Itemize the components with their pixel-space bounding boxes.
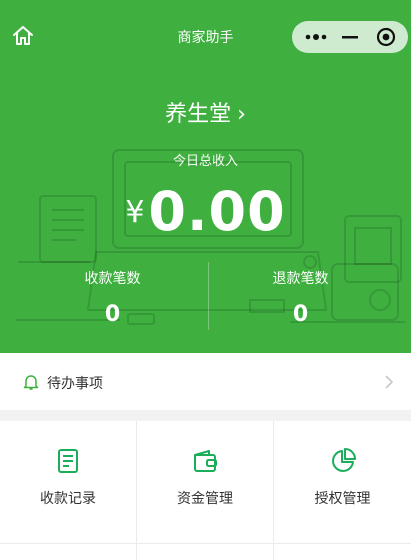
today-revenue-amount: ¥0.00 xyxy=(0,180,411,243)
revenue-header: 商家助手 养生堂 › 今日总收入 ¥0.00 收款笔数 0 退款笔数 0 xyxy=(0,0,411,353)
wallet-icon xyxy=(194,450,217,472)
menu-item-label: 授权管理 xyxy=(314,491,371,507)
payment-count-stat[interactable]: 收款笔数 0 xyxy=(10,268,215,327)
today-revenue-label: 今日总收入 xyxy=(172,154,238,169)
close-target-icon[interactable] xyxy=(376,27,396,47)
refund-count-label: 退款笔数 xyxy=(272,271,329,287)
chevron-right-icon xyxy=(385,375,394,389)
refund-count-stat[interactable]: 退款笔数 0 xyxy=(198,268,403,327)
todo-label: 待办事项 xyxy=(47,376,103,392)
menu-item-authorization-management[interactable]: 授权管理 xyxy=(274,421,411,544)
payment-count-value: 0 xyxy=(104,302,121,327)
page: 商家助手 养生堂 › 今日总收入 ¥0.00 收款笔数 0 退款笔数 0 待办事… xyxy=(0,0,411,560)
currency-symbol: ¥ xyxy=(125,195,145,230)
receipt-icon xyxy=(58,449,78,473)
bell-icon xyxy=(23,375,39,390)
grid-cell-next-row xyxy=(137,544,274,560)
revenue-value: 0.00 xyxy=(148,180,286,243)
pie-chart-icon xyxy=(331,448,356,472)
store-selector[interactable]: 养生堂 › xyxy=(0,96,411,128)
function-grid: 收款记录 资金管理 授权管理 xyxy=(0,421,411,560)
payment-count-label: 收款笔数 xyxy=(84,271,141,287)
mini-program-capsule xyxy=(292,21,408,53)
chevron-right-icon: › xyxy=(237,102,246,127)
store-name: 养生堂 xyxy=(165,102,232,127)
minimize-icon[interactable] xyxy=(340,30,360,44)
menu-item-payment-records[interactable]: 收款记录 xyxy=(0,421,137,544)
grid-cell-next-row xyxy=(0,544,137,560)
menu-item-label: 资金管理 xyxy=(177,491,233,507)
refund-count-value: 0 xyxy=(292,302,309,327)
more-icon[interactable] xyxy=(304,30,328,44)
menu-item-fund-management[interactable]: 资金管理 xyxy=(137,421,274,544)
menu-item-label: 收款记录 xyxy=(40,491,96,507)
top-bar: 商家助手 xyxy=(0,0,411,72)
todo-row[interactable]: 待办事项 xyxy=(0,353,411,410)
